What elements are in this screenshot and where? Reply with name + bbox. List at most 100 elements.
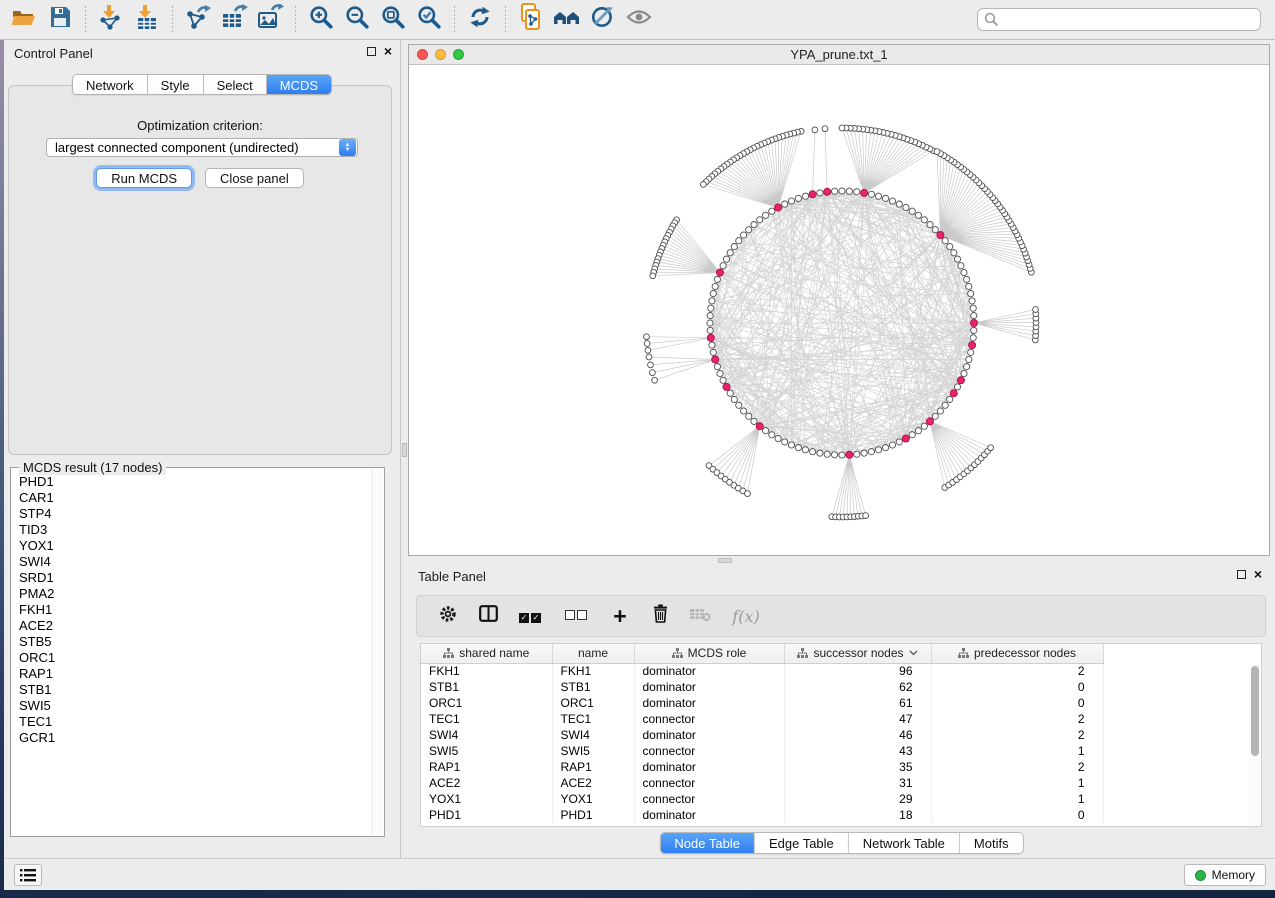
mcds-result-item[interactable]: SRD1: [19, 570, 370, 586]
tab-select[interactable]: Select: [204, 75, 267, 94]
network-node[interactable]: [854, 451, 860, 457]
network-node[interactable]: [648, 362, 654, 368]
network-node[interactable]: [839, 188, 845, 194]
network-node-mcds[interactable]: [723, 383, 730, 390]
zoom-selected-button[interactable]: [411, 4, 447, 36]
close-window-icon[interactable]: [417, 49, 428, 60]
table-row[interactable]: ORC1ORC1dominator610: [421, 695, 1103, 711]
network-node[interactable]: [875, 193, 881, 199]
network-node[interactable]: [650, 273, 656, 279]
close-panel-icon[interactable]: ×: [1254, 569, 1262, 579]
network-node[interactable]: [802, 447, 808, 453]
network-node[interactable]: [961, 370, 967, 376]
network-node[interactable]: [970, 335, 976, 341]
network-node[interactable]: [769, 432, 775, 438]
network-node[interactable]: [795, 445, 801, 451]
network-node[interactable]: [751, 222, 757, 228]
mcds-result-item[interactable]: ORC1: [19, 650, 370, 666]
import-table-button[interactable]: [129, 4, 165, 36]
network-node[interactable]: [896, 439, 902, 445]
network-node[interactable]: [817, 190, 823, 196]
network-node[interactable]: [868, 449, 874, 455]
network-node[interactable]: [812, 127, 818, 133]
mcds-result-item[interactable]: TEC1: [19, 714, 370, 730]
network-node[interactable]: [644, 334, 650, 340]
vertical-splitter[interactable]: [400, 40, 408, 858]
memory-button[interactable]: Memory: [1184, 864, 1266, 886]
network-node[interactable]: [824, 451, 830, 457]
network-node[interactable]: [782, 439, 788, 445]
network-node[interactable]: [909, 432, 915, 438]
network-node-mcds[interactable]: [950, 390, 957, 397]
network-node[interactable]: [788, 442, 794, 448]
network-node[interactable]: [915, 212, 921, 218]
network-node[interactable]: [763, 428, 769, 434]
network-node[interactable]: [650, 370, 656, 376]
network-node[interactable]: [788, 198, 794, 204]
network-node[interactable]: [644, 341, 650, 347]
maximize-window-icon[interactable]: [453, 49, 464, 60]
network-node[interactable]: [889, 198, 895, 204]
network-node[interactable]: [863, 513, 869, 519]
network-node[interactable]: [883, 445, 889, 451]
network-node-mcds[interactable]: [902, 435, 909, 442]
network-node-mcds[interactable]: [957, 377, 964, 384]
network-node[interactable]: [746, 413, 752, 419]
network-node[interactable]: [710, 291, 716, 297]
network-node[interactable]: [652, 377, 658, 383]
network-node[interactable]: [915, 428, 921, 434]
result-list-scrollbar[interactable]: [371, 469, 383, 835]
splitter-grip[interactable]: [718, 558, 732, 563]
network-node-mcds[interactable]: [707, 334, 714, 341]
network-node[interactable]: [942, 238, 948, 244]
mcds-result-item[interactable]: SWI4: [19, 554, 370, 570]
mcds-result-item[interactable]: STP4: [19, 506, 370, 522]
table-row[interactable]: YOX1YOX1connector291: [421, 791, 1103, 807]
network-node[interactable]: [775, 435, 781, 441]
network-node[interactable]: [861, 450, 867, 456]
tab-network-table[interactable]: Network Table: [849, 833, 960, 853]
network-node[interactable]: [717, 370, 723, 376]
network-node[interactable]: [846, 188, 852, 194]
column-header-shared-name[interactable]: shared name: [421, 644, 552, 663]
create-column-button[interactable]: +: [607, 603, 633, 629]
network-node[interactable]: [921, 423, 927, 429]
network-node[interactable]: [741, 408, 747, 414]
mcds-result-item[interactable]: GCR1: [19, 730, 370, 746]
network-node[interactable]: [712, 283, 718, 289]
unselect-all-columns-button[interactable]: [561, 603, 593, 629]
network-node-mcds[interactable]: [717, 269, 724, 276]
network-node[interactable]: [883, 195, 889, 201]
export-image-button[interactable]: [252, 4, 288, 36]
close-panel-button[interactable]: Close panel: [205, 168, 304, 188]
network-node[interactable]: [745, 491, 751, 497]
column-header-predecessor-nodes[interactable]: predecessor nodes: [931, 644, 1103, 663]
zoom-fit-button[interactable]: [375, 4, 411, 36]
network-graph[interactable]: [409, 65, 1265, 555]
network-node[interactable]: [968, 291, 974, 297]
tab-node-table[interactable]: Node Table: [660, 833, 755, 853]
network-node-mcds[interactable]: [712, 356, 719, 363]
network-node[interactable]: [947, 396, 953, 402]
run-mcds-button[interactable]: Run MCDS: [96, 168, 192, 188]
table-row[interactable]: ACE2ACE2connector311: [421, 775, 1103, 791]
search-input[interactable]: [977, 8, 1261, 31]
mcds-result-item[interactable]: PHD1: [19, 474, 370, 490]
network-node[interactable]: [921, 217, 927, 223]
table-row[interactable]: STB1STB1dominator620: [421, 679, 1103, 695]
network-node[interactable]: [832, 452, 838, 458]
network-node[interactable]: [839, 125, 845, 131]
network-node[interactable]: [757, 217, 763, 223]
minimize-window-icon[interactable]: [435, 49, 446, 60]
mcds-result-list[interactable]: PHD1CAR1STP4TID3YOX1SWI4SRD1PMA2FKH1ACE2…: [19, 474, 370, 834]
show-column-button[interactable]: [475, 603, 501, 629]
mcds-result-item[interactable]: CAR1: [19, 490, 370, 506]
network-node[interactable]: [741, 232, 747, 238]
network-node[interactable]: [701, 182, 707, 188]
network-node[interactable]: [839, 452, 845, 458]
float-panel-icon[interactable]: [367, 47, 376, 56]
network-node[interactable]: [903, 204, 909, 210]
mcds-result-item[interactable]: FKH1: [19, 602, 370, 618]
network-node[interactable]: [1033, 307, 1039, 313]
mcds-result-item[interactable]: YOX1: [19, 538, 370, 554]
